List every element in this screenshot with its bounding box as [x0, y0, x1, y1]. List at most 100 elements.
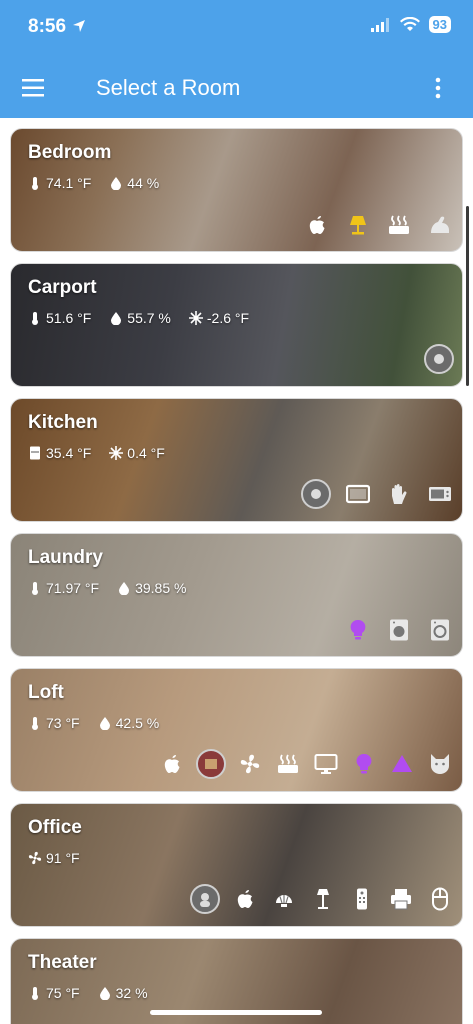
- camera-icon: [311, 489, 321, 499]
- thermometer-icon: [32, 312, 38, 325]
- menu-button[interactable]: [22, 74, 58, 102]
- room-name: Kitchen: [28, 412, 98, 433]
- microwave-icon: [429, 487, 451, 501]
- washer-button[interactable]: [385, 616, 413, 644]
- apple-icon: [309, 216, 325, 234]
- triangle-light-button[interactable]: [388, 750, 416, 778]
- triangle-light-icon: [392, 755, 412, 772]
- scrollbar[interactable]: [466, 206, 469, 386]
- dryer-icon: [431, 619, 449, 641]
- humidity-icon: [99, 717, 110, 730]
- room-readings: 73 °F 42.5 %: [28, 715, 159, 731]
- room-card-laundry[interactable]: Laundry 71.97 °F 39.85 %: [10, 533, 463, 657]
- washer-icon: [390, 619, 408, 641]
- mouse-button[interactable]: [426, 885, 454, 913]
- remote-button[interactable]: [348, 885, 376, 913]
- camera-button[interactable]: [424, 344, 454, 374]
- humidity-icon: [111, 312, 122, 325]
- temperature-value: 74.1 °F: [46, 175, 92, 191]
- thermometer-icon: [32, 177, 38, 190]
- monitor-icon: [314, 754, 338, 774]
- device-row: [424, 344, 454, 374]
- device-row: [190, 884, 454, 914]
- mouse-icon: [432, 887, 448, 911]
- apple-tv-button[interactable]: [158, 750, 186, 778]
- apple-tv-button[interactable]: [303, 211, 331, 239]
- bulb-button[interactable]: [350, 750, 378, 778]
- dryer-button[interactable]: [426, 616, 454, 644]
- apple-tv-button[interactable]: [231, 885, 259, 913]
- heater-button[interactable]: [385, 211, 413, 239]
- cat-icon: [431, 754, 449, 774]
- snowflake-icon: [188, 311, 203, 325]
- wifi-icon: [399, 17, 420, 31]
- bulb-button[interactable]: [344, 616, 372, 644]
- temperature-reading: 74.1 °F: [28, 175, 91, 191]
- camera-icon: [200, 893, 210, 907]
- device-row: [301, 479, 454, 509]
- ac-reading: 91 °F: [28, 850, 80, 866]
- camera-button[interactable]: [196, 749, 226, 779]
- fridge-icon: [30, 446, 40, 460]
- lamp-button[interactable]: [344, 211, 372, 239]
- freezer-value: 0.4 °F: [127, 445, 165, 461]
- camera-icon: [205, 759, 217, 769]
- room-readings: 35.4 °F 0.4 °F: [28, 445, 165, 461]
- thermometer-icon: [32, 582, 38, 595]
- room-name: Office: [28, 817, 82, 838]
- hand-button[interactable]: [385, 480, 413, 508]
- room-card-loft[interactable]: Loft 73 °F 42.5 %: [10, 668, 463, 792]
- device-row: [158, 749, 454, 779]
- cellular-signal-icon: [370, 17, 389, 32]
- humidity-value: 44 %: [127, 175, 160, 191]
- light-globe-button[interactable]: [270, 885, 298, 913]
- camera-button[interactable]: [190, 884, 220, 914]
- camera-icon: [434, 354, 444, 364]
- room-readings: 75 °F 32 %: [28, 985, 148, 1001]
- room-name: Carport: [28, 277, 97, 298]
- more-options-button[interactable]: [431, 74, 445, 102]
- apple-icon: [237, 890, 253, 908]
- floor-lamp-button[interactable]: [309, 885, 337, 913]
- monitor-button[interactable]: [312, 750, 340, 778]
- temperature-value: 51.6 °F: [46, 310, 92, 326]
- room-card-kitchen[interactable]: Kitchen 35.4 °F 0.4 °F: [10, 398, 463, 522]
- humidity-reading: 55.7 %: [109, 310, 171, 326]
- arm-button[interactable]: [426, 211, 454, 239]
- humidity-reading: 44 %: [109, 175, 159, 191]
- room-readings: 51.6 °F 55.7 % -2.6 °F: [28, 310, 249, 326]
- hand-icon: [392, 484, 407, 504]
- humidity-value: 42.5 %: [115, 715, 160, 731]
- tablet-button[interactable]: [344, 480, 372, 508]
- fan-icon: [240, 754, 260, 774]
- room-card-bedroom[interactable]: Bedroom 74.1 °F 44 %: [10, 128, 463, 252]
- room-name: Theater: [28, 952, 97, 973]
- fan-button[interactable]: [236, 750, 264, 778]
- humidity-icon: [99, 987, 110, 1000]
- freezer-reading: 0.4 °F: [109, 445, 165, 461]
- room-name: Bedroom: [28, 142, 112, 163]
- printer-button[interactable]: [387, 885, 415, 913]
- freezer-reading: -2.6 °F: [188, 310, 249, 326]
- heater-icon: [278, 754, 298, 773]
- room-card-carport[interactable]: Carport 51.6 °F 55.7 % -2.6 °F: [10, 263, 463, 387]
- camera-button[interactable]: [301, 479, 331, 509]
- temperature-reading: 71.97 °F: [28, 580, 99, 596]
- humidity-value: 39.85 %: [135, 580, 187, 596]
- arm-flex-icon: [431, 216, 449, 233]
- heater-button[interactable]: [274, 750, 302, 778]
- temperature-reading: 75 °F: [28, 985, 80, 1001]
- fan-ac-icon: [28, 851, 42, 865]
- status-time: 8:56: [28, 16, 67, 37]
- device-row: [303, 211, 454, 239]
- lightbulb-icon: [356, 753, 372, 774]
- floor-lamp-icon: [317, 889, 329, 909]
- device-row: [344, 616, 454, 644]
- cat-button[interactable]: [426, 750, 454, 778]
- humidity-reading: 42.5 %: [98, 715, 160, 731]
- microwave-button[interactable]: [426, 480, 454, 508]
- home-indicator[interactable]: [150, 1010, 322, 1015]
- room-card-office[interactable]: Office 91 °F: [10, 803, 463, 927]
- app-bar: Select a Room: [0, 58, 473, 118]
- temperature-value: 71.97 °F: [46, 580, 100, 596]
